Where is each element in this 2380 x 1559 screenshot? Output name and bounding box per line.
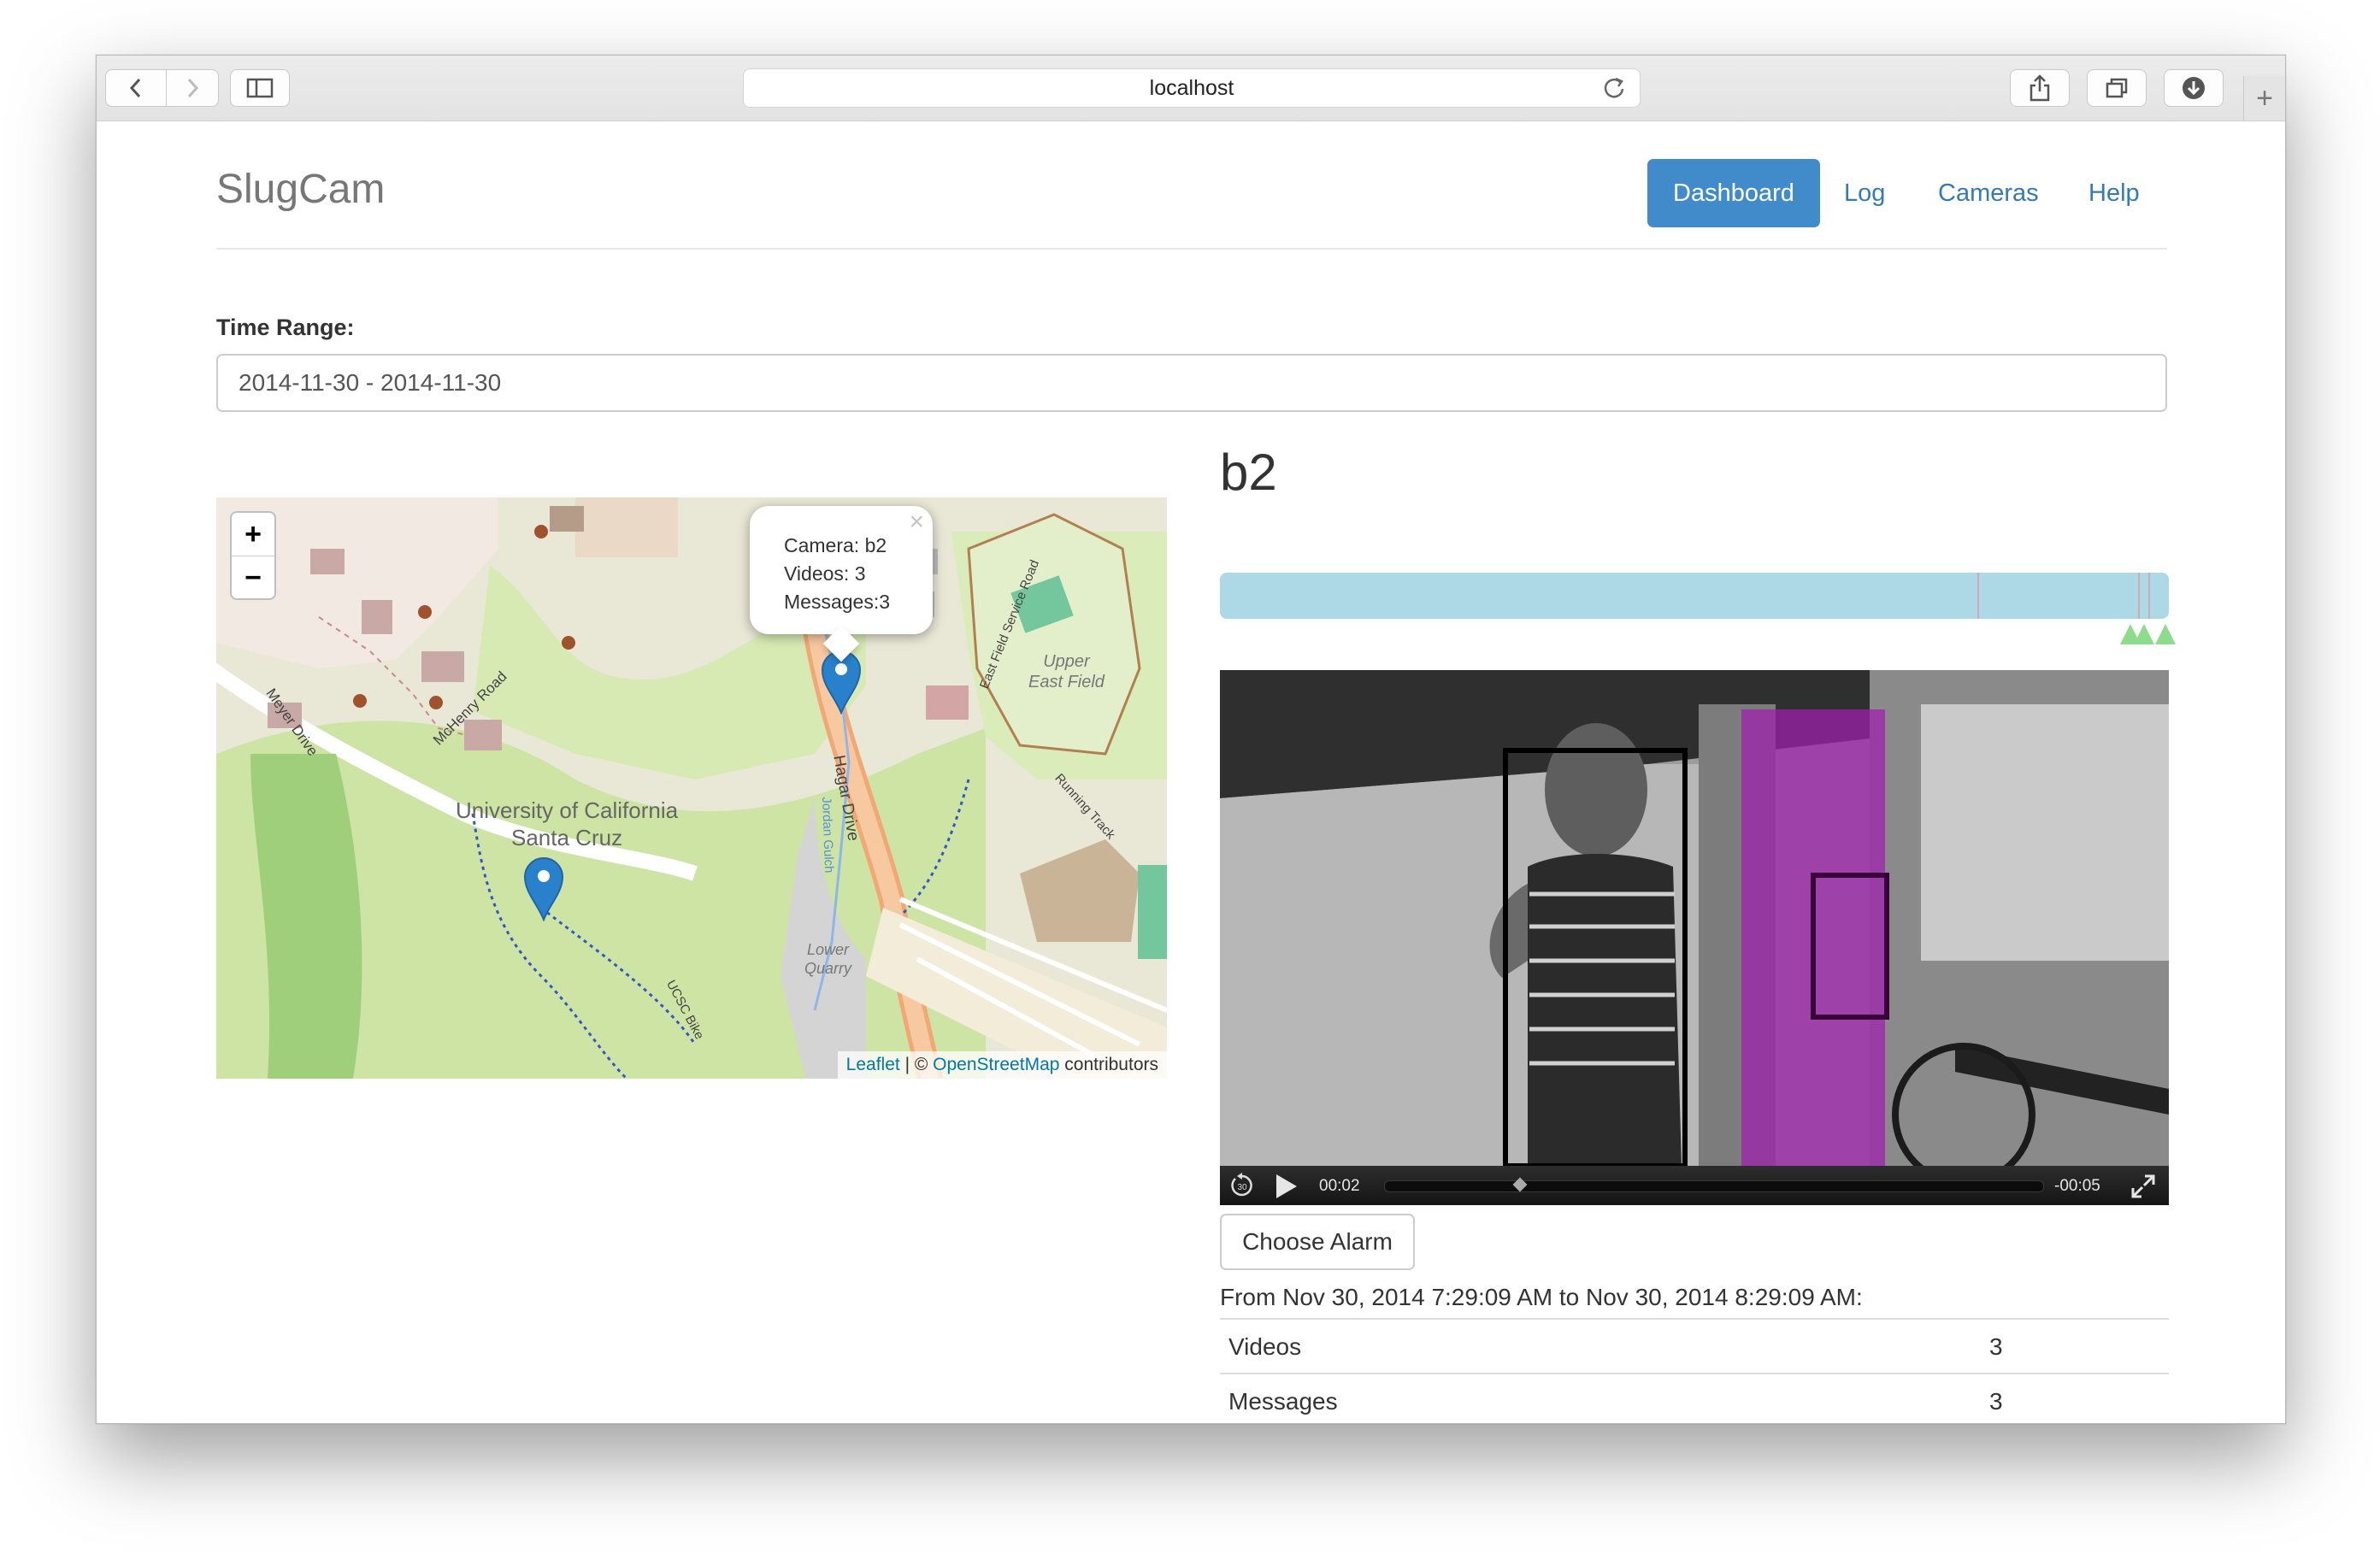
fullscreen-icon[interactable] [2130, 1173, 2157, 1200]
alarm-range-text: From Nov 30, 2014 7:29:09 AM to Nov 30, … [1220, 1284, 1863, 1310]
browser-window: localhost + SlugCam Dashboard Log Camera… [96, 55, 2286, 1424]
popup-close-button[interactable]: × [909, 508, 924, 536]
tabs-button[interactable] [2087, 69, 2147, 107]
campus-label-line2: Santa Cruz [511, 825, 623, 850]
current-time: 00:02 [1319, 1177, 1360, 1195]
share-button[interactable] [2010, 69, 2070, 107]
plus-icon: + [2256, 81, 2273, 115]
tabs-icon [2106, 78, 2128, 98]
campus-label: University of California Santa Cruz [456, 797, 678, 851]
jordan-gulch-label: Jordan Gulch [819, 797, 837, 874]
url-text: localhost [1149, 75, 1234, 100]
scrubber-thumb[interactable] [1512, 1177, 1528, 1192]
nav-dashboard[interactable]: Dashboard [1647, 159, 1820, 227]
browser-toolbar: localhost + [97, 56, 2285, 121]
timeline-tick [2138, 573, 2140, 619]
map[interactable]: University of California Santa Cruz Uppe… [216, 497, 1167, 1079]
attribution-suffix: contributors [1059, 1055, 1158, 1074]
play-icon[interactable] [1273, 1173, 1299, 1200]
openstreetmap-link[interactable]: OpenStreetMap [933, 1055, 1059, 1074]
brand-title[interactable]: SlugCam [216, 166, 385, 213]
skip-back-icon[interactable]: 30 [1228, 1172, 1256, 1199]
zoom-in-button[interactable]: + [232, 513, 274, 556]
video-player[interactable]: 30 00:02 -00:05 [1220, 670, 2169, 1205]
timeline-tick [2148, 573, 2150, 619]
stats-table: Videos 3 Messages 3 [1220, 1318, 2169, 1423]
chevron-right-icon [187, 78, 199, 98]
sidebar-button[interactable] [230, 69, 290, 107]
download-icon [2183, 77, 2205, 99]
choose-alarm-button[interactable]: Choose Alarm [1220, 1214, 1415, 1270]
attribution-separator: | © [899, 1055, 934, 1074]
remaining-time: -00:05 [2054, 1177, 2100, 1195]
camera-marker-2[interactable] [522, 855, 565, 921]
new-tab-button[interactable]: + [2243, 76, 2285, 121]
upper-field-label-line1: Upper [1043, 652, 1090, 671]
zoom-control: + − [230, 511, 276, 600]
nav-help[interactable]: Help [2088, 159, 2140, 227]
lower-quarry-label-line1: Lower [806, 941, 850, 958]
leaflet-link[interactable]: Leaflet [846, 1055, 900, 1074]
video-frame [1220, 670, 2169, 1166]
share-icon [2029, 74, 2050, 102]
page-content: SlugCam Dashboard Log Cameras Help Time … [97, 121, 2285, 1423]
timeline-tick [1977, 573, 1979, 619]
time-range-input[interactable]: 2014-11-30 - 2014-11-30 [216, 354, 2167, 412]
video-controls: 30 00:02 -00:05 [1220, 1166, 2169, 1205]
map-attribution: Leaflet | © OpenStreetMap contributors [837, 1051, 1167, 1079]
upper-field-label-line2: East Field [1028, 673, 1105, 691]
stat-value-videos: 3 [1989, 1333, 2003, 1360]
video-scrubber[interactable] [1384, 1177, 2044, 1192]
popup-videos: Videos: 3 [784, 562, 866, 585]
popup-messages: Messages:3 [784, 591, 891, 613]
sidebar-icon [246, 78, 274, 98]
back-button[interactable] [105, 69, 167, 107]
stat-value-messages: 3 [1989, 1388, 2003, 1415]
forward-button[interactable] [166, 69, 219, 107]
stat-label-messages: Messages [1228, 1388, 1338, 1415]
chevron-left-icon [129, 78, 141, 98]
camera-title: b2 [1220, 444, 1277, 501]
timeline-marker-triangle[interactable] [2134, 624, 2154, 644]
lower-quarry-label-line2: Quarry [804, 960, 852, 977]
upper-east-field-label: Upper East Field [1028, 651, 1105, 692]
skip-back-label: 30 [1237, 1183, 1247, 1192]
table-row: Videos 3 [1220, 1318, 2169, 1373]
nav-cameras[interactable]: Cameras [1938, 159, 2039, 227]
nav-log[interactable]: Log [1844, 159, 1885, 227]
zoom-out-button[interactable]: − [232, 556, 274, 599]
alarm-timeline[interactable] [1220, 573, 2169, 619]
download-button[interactable] [2164, 69, 2224, 107]
address-bar[interactable]: localhost [743, 68, 1641, 108]
table-row: Messages 3 [1220, 1373, 2169, 1423]
timeline-marker-triangle[interactable] [2155, 624, 2176, 644]
camera-popup: × Camera: b2 Videos: 3 Messages:3 [750, 506, 933, 662]
header-divider [216, 248, 2167, 250]
time-range-label: Time Range: [216, 315, 355, 340]
lower-quarry-label: Lower Quarry [804, 940, 851, 978]
reload-icon[interactable] [1600, 74, 1628, 102]
campus-label-line1: University of California [456, 797, 679, 823]
stat-label-videos: Videos [1228, 1333, 1302, 1360]
